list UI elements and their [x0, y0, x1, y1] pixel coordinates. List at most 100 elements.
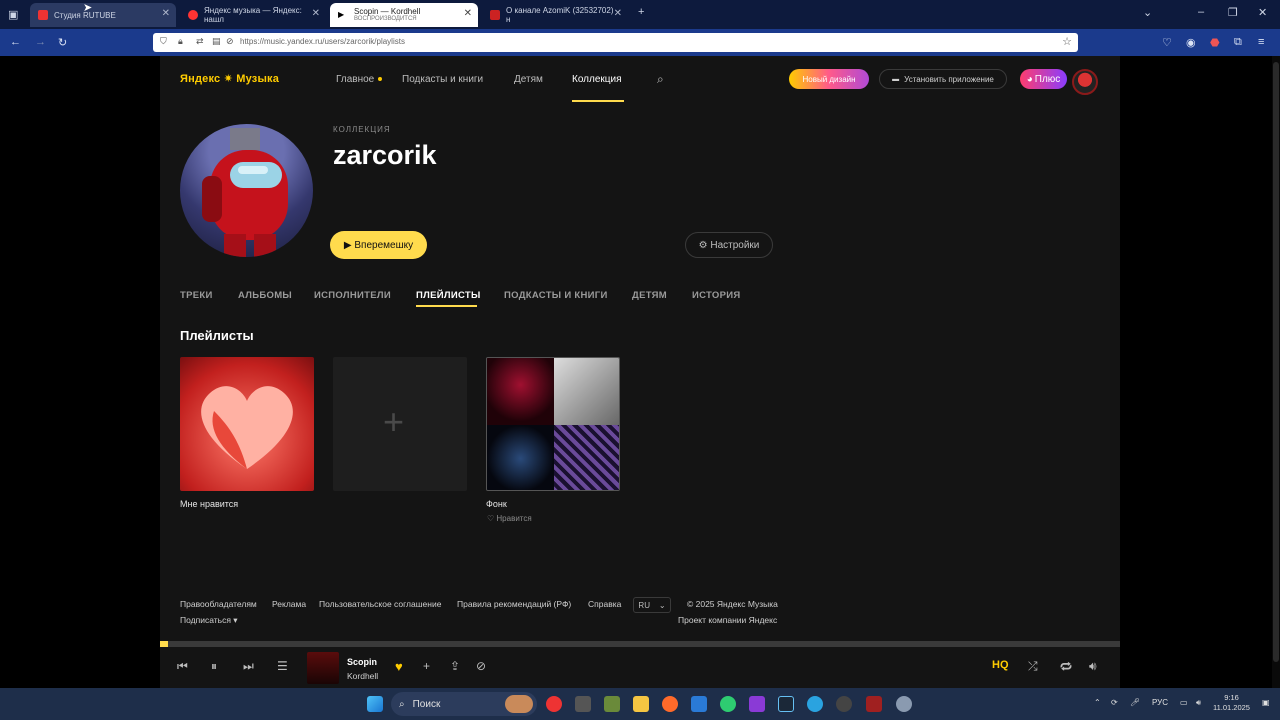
shuffle-icon[interactable]: ⤮: [1028, 659, 1038, 674]
vscode-icon[interactable]: [691, 696, 707, 712]
close-tab-icon[interactable]: ✕: [312, 8, 320, 19]
forward-icon[interactable]: →: [35, 36, 46, 48]
like-heart-icon[interactable]: ♥: [395, 659, 403, 674]
shuffle-button[interactable]: ▶ Вперемешку: [330, 231, 427, 259]
tab-kids[interactable]: ДЕТЯМ: [632, 290, 667, 301]
tab-history[interactable]: ИСТОРИЯ: [692, 290, 741, 301]
footer-link-rightholders[interactable]: Правообладателям: [180, 599, 257, 609]
tray-network-icon[interactable]: ▭: [1180, 698, 1188, 707]
playlist-card-phonk[interactable]: [486, 357, 620, 491]
url-text[interactable]: https://music.yandex.ru/users/zarcorik/p…: [240, 37, 405, 46]
footer-link-recommendations[interactable]: Правила рекомендаций (РФ): [457, 599, 571, 609]
repeat-icon[interactable]: 🔁︎: [1060, 659, 1072, 676]
steam-icon[interactable]: [778, 696, 794, 712]
extensions-puzzle-icon[interactable]: ⧉: [1234, 36, 1242, 49]
playlist-card-liked[interactable]: [180, 357, 314, 491]
app-icon[interactable]: [575, 696, 591, 712]
media-app-icon[interactable]: [749, 696, 765, 712]
tray-chevron-up-icon[interactable]: ⌃: [1094, 698, 1101, 707]
yandex-browser-icon[interactable]: [546, 696, 562, 712]
volume-icon[interactable]: 🔊︎: [1089, 659, 1097, 674]
back-icon[interactable]: ←: [10, 36, 21, 48]
now-playing-title[interactable]: Scopin: [347, 657, 377, 667]
playlist-name-phonk[interactable]: Фонк: [486, 499, 507, 509]
tab-podcasts-books[interactable]: ПОДКАСТЫ И КНИГИ: [504, 290, 608, 301]
extension-icon[interactable]: ◉: [1186, 36, 1196, 49]
page-scrollbar[interactable]: [1272, 56, 1280, 688]
playlist-liked-status[interactable]: ♡ Нравится: [487, 514, 532, 523]
adblock-icon[interactable]: ⬣: [1210, 36, 1220, 49]
obs-icon[interactable]: [836, 696, 852, 712]
new-design-button[interactable]: Новый дизайн: [789, 69, 869, 89]
settings-gear-icon[interactable]: [896, 696, 912, 712]
file-explorer-icon[interactable]: [633, 696, 649, 712]
browser-tab-music[interactable]: ▶ Scopin — Kordhell ВОСПРОИЗВОДИТСЯ ✕: [330, 3, 478, 27]
menu-icon[interactable]: ≡: [1258, 36, 1264, 48]
footer-link-help[interactable]: Справка: [588, 599, 621, 609]
nav-kids[interactable]: Детям: [514, 74, 543, 85]
lock-icon[interactable]: 🔒︎: [178, 36, 183, 47]
queue-icon[interactable]: ☰: [277, 659, 288, 673]
keyboard-language[interactable]: РУС: [1152, 698, 1168, 707]
recording-app-icon[interactable]: [866, 696, 882, 712]
tab-tracks[interactable]: ТРЕКИ: [180, 290, 213, 301]
next-track-icon[interactable]: ⏭: [243, 659, 254, 674]
add-to-playlist-icon[interactable]: +: [423, 659, 430, 673]
tab-albums[interactable]: АЛЬБОМЫ: [238, 290, 292, 301]
footer-link-ads[interactable]: Реклама: [272, 599, 306, 609]
shield-icon[interactable]: ⛉: [160, 36, 167, 47]
minecraft-icon[interactable]: [604, 696, 620, 712]
minimize-icon[interactable]: –: [1198, 6, 1204, 18]
install-app-button[interactable]: ▬ Установить приложение: [879, 69, 1007, 89]
telegram-icon[interactable]: [807, 696, 823, 712]
notifications-icon[interactable]: ▣: [1262, 698, 1270, 707]
user-avatar-small[interactable]: [1072, 69, 1098, 95]
permissions-icon[interactable]: ⇄: [196, 36, 204, 47]
create-playlist-card[interactable]: +: [333, 357, 467, 491]
dislike-icon[interactable]: ⊘: [476, 659, 486, 673]
whatsapp-icon[interactable]: [720, 696, 736, 712]
taskbar-search[interactable]: ⌕ Поиск: [391, 692, 537, 716]
tray-volume-icon[interactable]: 🔊︎: [1196, 698, 1201, 708]
start-icon[interactable]: [367, 696, 383, 712]
maximize-icon[interactable]: ❐: [1228, 6, 1238, 19]
close-tab-icon[interactable]: ✕: [614, 8, 622, 19]
settings-button[interactable]: ⚙ Настройки: [685, 232, 773, 258]
now-playing-cover[interactable]: [307, 652, 339, 684]
browser-tab-yandex[interactable]: Яндекс музыка — Яндекс: нашл ✕: [180, 3, 326, 27]
tray-sync-icon[interactable]: ⟳: [1111, 698, 1118, 707]
nav-collection[interactable]: Коллекция: [572, 74, 622, 85]
tab-playlists[interactable]: ПЛЕЙЛИСТЫ: [416, 290, 481, 301]
browser-tab-rutube[interactable]: Студия RUTUBE ✕: [30, 3, 176, 27]
reload-icon[interactable]: ↻: [58, 36, 67, 49]
tab-list-icon[interactable]: ⌄: [1143, 6, 1152, 19]
share-icon[interactable]: ⇪: [450, 659, 460, 673]
nav-main[interactable]: Главное: [336, 74, 383, 85]
footer-subscribe[interactable]: Подписаться ▾: [180, 615, 238, 626]
block-icon[interactable]: ⊘: [226, 36, 234, 47]
pause-icon[interactable]: ⏸: [211, 659, 217, 674]
browser-tab-azomik[interactable]: О канале AzomiK (32532702) н ✕: [482, 3, 628, 27]
close-tab-icon[interactable]: ✕: [162, 8, 170, 19]
language-select[interactable]: RU ⌄: [633, 597, 671, 613]
firefox-icon[interactable]: [662, 696, 678, 712]
tray-mic-icon[interactable]: 🎤︎: [1130, 698, 1140, 707]
tab-actions-icon[interactable]: ▣: [8, 8, 18, 21]
nav-podcasts[interactable]: Подкасты и книги: [402, 74, 483, 85]
playlist-name-liked[interactable]: Мне нравится: [180, 499, 238, 509]
search-icon[interactable]: ⌕: [657, 72, 664, 87]
footer-link-agreement[interactable]: Пользовательское соглашение: [319, 599, 441, 609]
now-playing-artist[interactable]: Kordhell: [347, 671, 378, 681]
footer-yandex-project[interactable]: Проект компании Яндекс: [678, 615, 777, 625]
close-tab-icon[interactable]: ✕: [464, 8, 472, 19]
close-window-icon[interactable]: ✕: [1258, 6, 1267, 19]
tab-artists[interactable]: ИСПОЛНИТЕЛИ: [314, 290, 391, 301]
yandex-music-logo[interactable]: Яндекс ✷ Музыка: [180, 72, 279, 85]
plus-button[interactable]: ◕ Плюс: [1020, 69, 1067, 89]
taskbar-clock[interactable]: 9:16 11.01.2025: [1213, 693, 1250, 713]
address-bar[interactable]: ⛉ 🔒︎ ⇄ ▤ ⊘ https://music.yandex.ru/users…: [153, 33, 1078, 52]
scrollbar-thumb[interactable]: [1273, 62, 1279, 662]
new-tab-button[interactable]: +: [638, 6, 644, 18]
reader-icon[interactable]: ▤: [212, 36, 221, 47]
bookmark-star-icon[interactable]: ☆: [1062, 35, 1072, 48]
